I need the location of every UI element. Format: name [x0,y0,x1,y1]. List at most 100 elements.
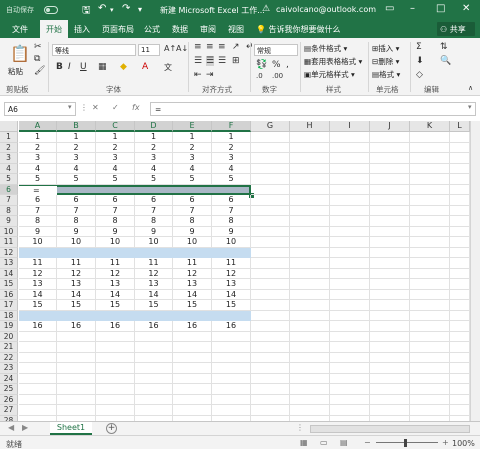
cell-f2[interactable]: 2 [212,142,251,153]
align-center-icon[interactable]: ☰ [206,56,215,66]
maximize-icon[interactable]: □ [436,3,445,14]
row-header-12[interactable]: 12 [0,247,18,258]
cell-a1[interactable]: 1 [19,132,57,143]
cell-k22[interactable] [410,352,450,363]
select-all-corner[interactable] [0,121,18,132]
cell-f8[interactable]: 7 [212,205,251,216]
cell-c9[interactable]: 8 [96,216,135,227]
undo-dropdown-icon[interactable]: ▾ [110,6,114,14]
cell-e24[interactable] [173,373,212,384]
row-header-4[interactable]: 4 [0,163,18,174]
cell-a7[interactable]: 6 [19,195,57,206]
cell-a14[interactable]: 12 [19,268,57,279]
row-header-10[interactable]: 10 [0,226,18,237]
row-header-1[interactable]: 1 [0,132,18,143]
row-header-17[interactable]: 17 [0,300,18,311]
cell-style-button[interactable]: ▣单元格样式 ▾ [304,69,355,80]
cell-b20[interactable] [57,331,96,342]
cell-h15[interactable] [290,279,330,290]
cell-d1[interactable]: 1 [135,132,173,143]
insert-function-icon[interactable]: fx [132,103,140,112]
cell-h17[interactable] [290,300,330,311]
cell-e4[interactable]: 4 [173,163,212,174]
cell-d21[interactable] [135,342,173,353]
cell-a12[interactable] [19,248,57,259]
cell-f3[interactable]: 3 [212,153,251,164]
cell-c5[interactable]: 5 [96,174,135,185]
cell-c23[interactable] [96,363,135,374]
cell-c11[interactable]: 10 [96,237,135,248]
row-header-16[interactable]: 16 [0,289,18,300]
merge-center-icon[interactable]: ⊞ [232,56,240,66]
cell-h6[interactable] [290,184,330,195]
cell-c8[interactable]: 7 [96,205,135,216]
cell-e5[interactable]: 5 [173,174,212,185]
cell-h24[interactable] [290,373,330,384]
cell-e19[interactable]: 16 [173,321,212,332]
cell-g1[interactable] [251,132,290,143]
cell-j1[interactable] [370,132,410,143]
cell-a3[interactable]: 3 [19,153,57,164]
cell-a23[interactable] [19,363,57,374]
cell-i3[interactable] [330,153,370,164]
cell-g8[interactable] [251,205,290,216]
row-header-23[interactable]: 23 [0,363,18,374]
column-header-l[interactable]: L [450,121,470,132]
cell-i5[interactable] [330,174,370,185]
cell-k11[interactable] [410,237,450,248]
save-icon[interactable]: 🖫 [82,3,91,20]
enter-icon[interactable]: ✓ [112,103,119,112]
cell-b5[interactable]: 5 [57,174,96,185]
cell-d22[interactable] [135,352,173,363]
cell-h11[interactable] [290,237,330,248]
column-header-c[interactable]: C [96,121,135,132]
cell-e23[interactable] [173,363,212,374]
cell-e11[interactable]: 10 [173,237,212,248]
italic-icon[interactable]: I [68,62,71,72]
cell-a2[interactable]: 2 [19,142,57,153]
cell-a17[interactable]: 15 [19,300,57,311]
borders-icon[interactable]: ▦ [98,62,107,72]
tab-formulas[interactable]: 公式 [144,24,160,35]
cell-l23[interactable] [450,363,470,374]
increase-decimal-icon[interactable]: .0 [256,72,263,80]
cell-k7[interactable] [410,195,450,206]
autosave-toggle[interactable] [44,6,58,14]
cell-g25[interactable] [251,384,290,395]
cell-b27[interactable] [57,405,96,416]
add-sheet-icon[interactable]: + [106,423,117,434]
cell-g19[interactable] [251,321,290,332]
cell-e15[interactable]: 13 [173,279,212,290]
cell-b6[interactable] [57,185,96,196]
cell-a27[interactable] [19,405,57,416]
cell-j3[interactable] [370,153,410,164]
cell-c3[interactable]: 3 [96,153,135,164]
row-header-9[interactable]: 9 [0,216,18,227]
formula-input[interactable]: = [150,102,476,116]
account-name[interactable]: caivolcano@outlook.com [276,5,376,14]
cell-e3[interactable]: 3 [173,153,212,164]
cell-a4[interactable]: 4 [19,163,57,174]
cell-b17[interactable]: 15 [57,300,96,311]
cell-e14[interactable]: 12 [173,268,212,279]
cell-i8[interactable] [330,205,370,216]
cell-b12[interactable] [57,248,96,259]
fill-icon[interactable]: ⬇ [416,56,424,66]
cell-f22[interactable] [212,352,251,363]
cell-a8[interactable]: 7 [19,205,57,216]
cell-h12[interactable] [290,247,330,258]
cell-h4[interactable] [290,163,330,174]
cell-f9[interactable]: 8 [212,216,251,227]
cell-d20[interactable] [135,331,173,342]
cell-i20[interactable] [330,331,370,342]
cell-h5[interactable] [290,174,330,185]
cell-i6[interactable] [330,184,370,195]
column-header-k[interactable]: K [410,121,450,132]
cell-e20[interactable] [173,331,212,342]
row-header-19[interactable]: 19 [0,321,18,332]
column-header-d[interactable]: D [135,121,173,132]
cell-a21[interactable] [19,342,57,353]
tab-home[interactable]: 开始 [40,20,68,38]
tab-insert[interactable]: 插入 [74,24,90,35]
row-header-15[interactable]: 15 [0,279,18,290]
